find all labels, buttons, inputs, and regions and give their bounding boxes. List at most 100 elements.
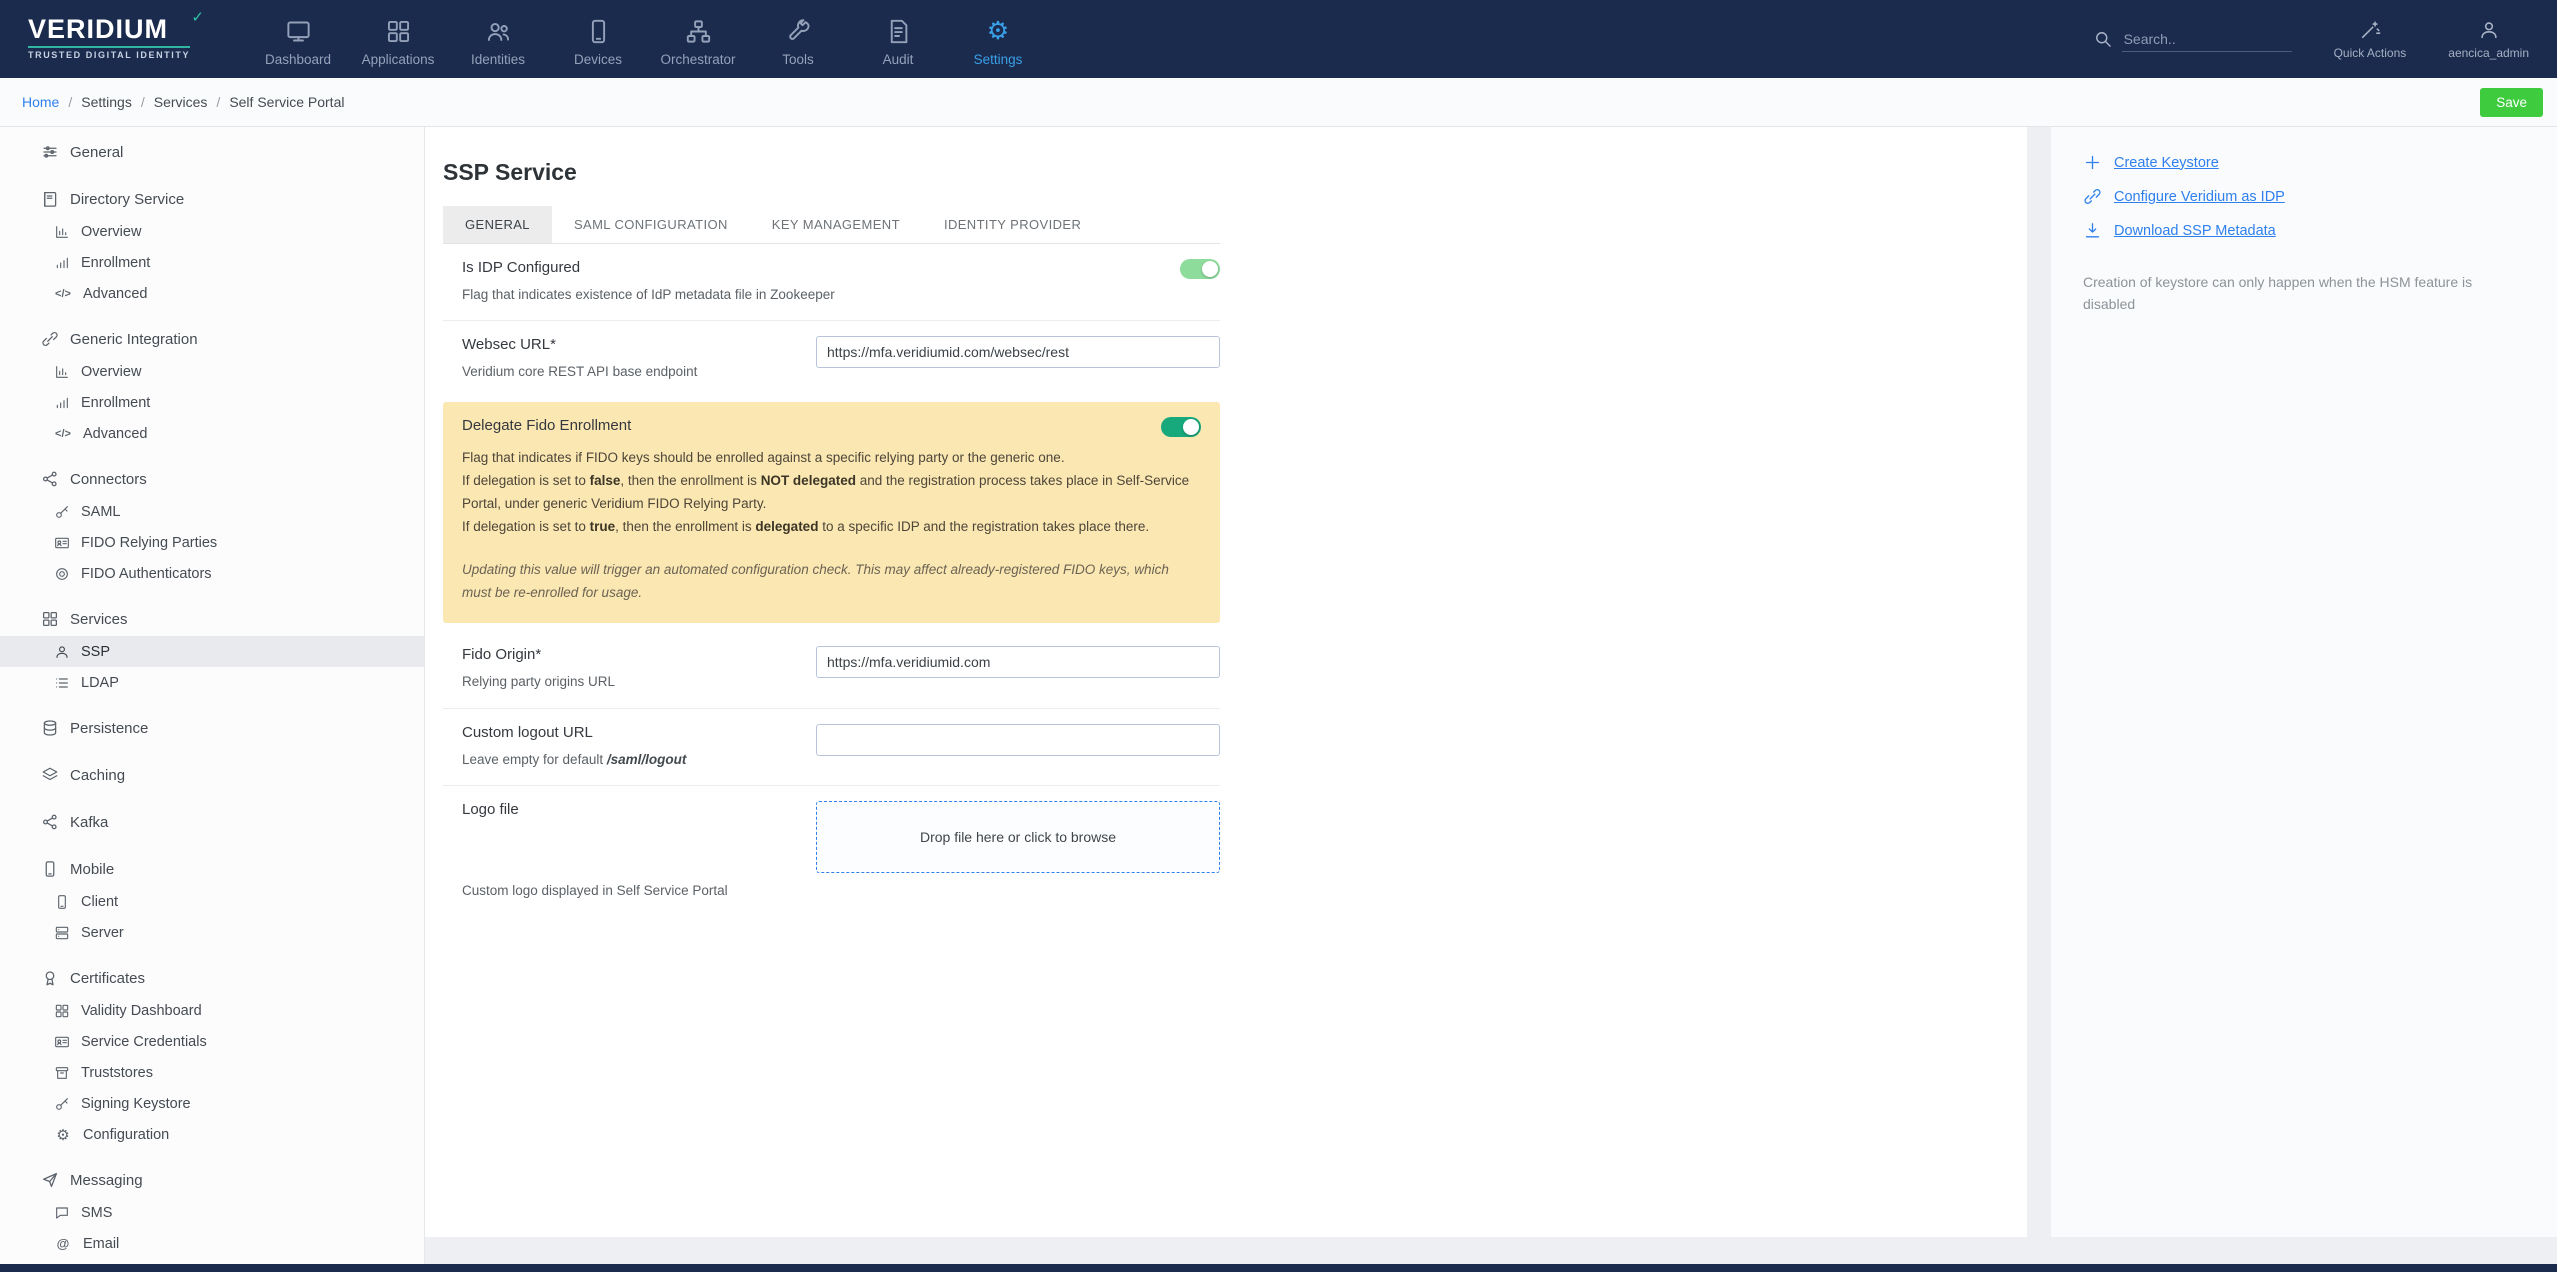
sidebar-item-services[interactable]: Services bbox=[0, 602, 424, 636]
sidebar-item-label: FIDO Relying Parties bbox=[81, 534, 218, 551]
sidebar-item-truststores[interactable]: Truststores bbox=[0, 1057, 424, 1088]
nav-label: Identities bbox=[470, 51, 526, 67]
nav-item-settings[interactable]: ⚙ Settings bbox=[948, 12, 1048, 67]
sidebar-item-ldap[interactable]: LDAP bbox=[0, 667, 424, 698]
sidebar-item-generic-advanced[interactable]: </> Advanced bbox=[0, 418, 424, 449]
nav-item-audit[interactable]: Audit bbox=[848, 12, 948, 67]
sidebar-item-generic-overview[interactable]: Overview bbox=[0, 356, 424, 387]
tab-general[interactable]: GENERAL bbox=[443, 206, 552, 243]
delegate-fido-enrollment-toggle[interactable] bbox=[1161, 416, 1201, 437]
chart-icon bbox=[54, 364, 70, 380]
nav-item-devices[interactable]: Devices bbox=[548, 12, 648, 67]
target-icon bbox=[54, 566, 70, 582]
download-ssp-metadata-link[interactable]: Download SSP Metadata bbox=[2083, 221, 2527, 240]
monitor-icon bbox=[285, 18, 312, 45]
nav-item-dashboard[interactable]: Dashboard bbox=[248, 12, 348, 67]
sidebar-item-label: FIDO Authenticators bbox=[81, 565, 212, 582]
sidebar-item-messaging[interactable]: Messaging bbox=[0, 1163, 424, 1197]
sidebar-item-label: Generic Integration bbox=[70, 330, 198, 348]
sidebar-item-mobile[interactable]: Mobile bbox=[0, 852, 424, 886]
sidebar-item-service-credentials[interactable]: Service Credentials bbox=[0, 1026, 424, 1057]
logo-wordmark: VERIDIUM bbox=[28, 13, 169, 44]
sidebar-item-sms[interactable]: SMS bbox=[0, 1197, 424, 1228]
nav-item-tools[interactable]: Tools bbox=[748, 12, 848, 67]
app-window: VERIDIUM ✓ TRUSTED DIGITAL IDENTITY Dashb… bbox=[0, 0, 2557, 1272]
sidebar-item-saml[interactable]: SAML bbox=[0, 496, 424, 527]
sidebar-item-email[interactable]: @ Email bbox=[0, 1228, 424, 1259]
logo-dropzone[interactable]: Drop file here or click to browse bbox=[816, 800, 1220, 873]
document-search-icon bbox=[885, 18, 912, 45]
configure-veridium-as-idp-link[interactable]: Configure Veridium as IDP bbox=[2083, 187, 2527, 206]
quick-actions-button[interactable]: Quick Actions bbox=[2334, 19, 2406, 60]
sidebar-item-directory-enrollment[interactable]: Enrollment bbox=[0, 247, 424, 278]
sidebar-item-directory-overview[interactable]: Overview bbox=[0, 216, 424, 247]
chart-icon bbox=[54, 224, 70, 240]
nav-label: Audit bbox=[882, 51, 914, 67]
sidebar-item-certificates[interactable]: Certificates bbox=[0, 961, 424, 995]
tab-key-management[interactable]: KEY MANAGEMENT bbox=[750, 206, 922, 243]
key-icon bbox=[54, 1096, 70, 1112]
nav-item-orchestrator[interactable]: Orchestrator bbox=[648, 12, 748, 67]
field-label: Delegate Fido Enrollment bbox=[462, 416, 632, 434]
websec-url-input[interactable] bbox=[816, 336, 1220, 369]
sidebar-item-signing-keystore[interactable]: Signing Keystore bbox=[0, 1088, 424, 1119]
fido-origin-input[interactable] bbox=[816, 646, 1220, 679]
badge-icon bbox=[41, 969, 59, 987]
ssp-service-panel: SSP Service GENERAL SAML CONFIGURATION K… bbox=[425, 127, 2027, 1237]
breadcrumb-home[interactable]: Home bbox=[22, 94, 59, 110]
sidebar-item-configuration[interactable]: ⚙ Configuration bbox=[0, 1119, 424, 1150]
nav-label: Applications bbox=[361, 51, 435, 67]
sidebar-item-connectors[interactable]: Connectors bbox=[0, 462, 424, 496]
breadcrumb-services[interactable]: Services bbox=[154, 94, 208, 110]
sidebar-item-label: Services bbox=[70, 610, 128, 628]
breadcrumb-settings[interactable]: Settings bbox=[81, 94, 132, 110]
sidebar-item-label: Enrollment bbox=[81, 254, 151, 271]
sidebar-item-label: Signing Keystore bbox=[81, 1095, 191, 1112]
breadcrumb-separator: / bbox=[68, 94, 73, 110]
sidebar-item-label: Configuration bbox=[83, 1126, 170, 1143]
is-idp-configured-toggle[interactable] bbox=[1180, 259, 1220, 279]
sidebar-item-generic-integration[interactable]: Generic Integration bbox=[0, 322, 424, 356]
code-icon: </> bbox=[55, 427, 71, 440]
breadcrumb-bar: Home / Settings / Services / Self Servic… bbox=[0, 78, 2557, 127]
custom-logout-url-input[interactable] bbox=[816, 723, 1220, 756]
sidebar-item-server[interactable]: Server bbox=[0, 917, 424, 948]
veridium-logo[interactable]: VERIDIUM ✓ TRUSTED DIGITAL IDENTITY bbox=[28, 9, 238, 63]
sidebar-item-directory-service[interactable]: Directory Service bbox=[0, 182, 424, 216]
sidebar-item-generic-enrollment[interactable]: Enrollment bbox=[0, 387, 424, 418]
sidebar-item-client[interactable]: Client bbox=[0, 886, 424, 917]
sidebar-item-fido-authenticators[interactable]: FIDO Authenticators bbox=[0, 558, 424, 589]
sidebar-item-ssp[interactable]: SSP bbox=[0, 636, 424, 667]
sidebar-item-directory-advanced[interactable]: </> Advanced bbox=[0, 278, 424, 309]
sidebar-item-label: Email bbox=[83, 1235, 120, 1252]
link-icon bbox=[2083, 187, 2102, 206]
sidebar-item-persistence[interactable]: Persistence bbox=[0, 711, 424, 745]
tab-saml-configuration[interactable]: SAML CONFIGURATION bbox=[552, 206, 750, 243]
key-icon bbox=[54, 504, 70, 520]
search-input[interactable] bbox=[2121, 26, 2292, 52]
gear-icon: ⚙ bbox=[986, 16, 1010, 45]
server-icon bbox=[54, 925, 70, 941]
sidebar-item-kafka[interactable]: Kafka bbox=[0, 805, 424, 839]
create-keystore-link[interactable]: Create Keystore bbox=[2083, 153, 2527, 172]
user-icon bbox=[2478, 19, 2500, 41]
save-button[interactable]: Save bbox=[2480, 87, 2543, 117]
sidebar-item-general[interactable]: General bbox=[0, 135, 424, 169]
field-description: Veridium core REST API base endpoint bbox=[462, 364, 698, 380]
breadcrumb-separator: / bbox=[140, 94, 145, 110]
sidebar-item-label: Overview bbox=[81, 363, 142, 380]
sidebar-item-label: SMS bbox=[81, 1204, 113, 1221]
id-card-icon bbox=[54, 535, 70, 551]
sidebar-item-validity-dashboard[interactable]: Validity Dashboard bbox=[0, 995, 424, 1026]
link-label: Create Keystore bbox=[2114, 154, 2219, 171]
sidebar-item-caching[interactable]: Caching bbox=[0, 758, 424, 792]
nav-item-identities[interactable]: Identities bbox=[448, 12, 548, 67]
search-icon[interactable] bbox=[2093, 29, 2113, 49]
nav-item-applications[interactable]: Applications bbox=[348, 12, 448, 67]
sidebar-item-label: Messaging bbox=[70, 1171, 143, 1189]
right-action-panel: Create Keystore Configure Veridium as ID… bbox=[2051, 127, 2557, 1237]
keystore-hsm-note: Creation of keystore can only happen whe… bbox=[2083, 274, 2473, 312]
sidebar-item-fido-relying-parties[interactable]: FIDO Relying Parties bbox=[0, 527, 424, 558]
user-menu[interactable]: aencica_admin bbox=[2448, 19, 2529, 60]
tab-identity-provider[interactable]: IDENTITY PROVIDER bbox=[922, 206, 1103, 243]
